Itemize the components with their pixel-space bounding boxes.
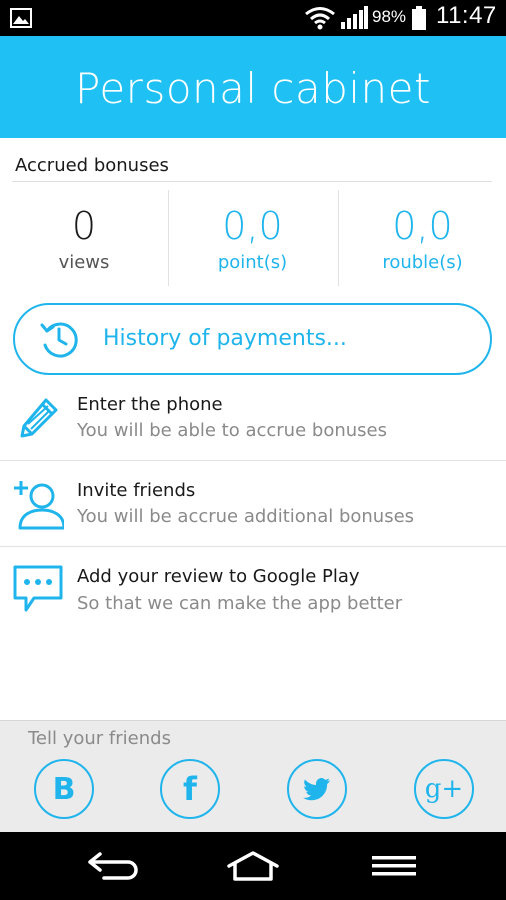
twitter-share-button[interactable] [287,759,347,819]
list-divider [0,460,506,461]
share-panel: Tell your friends B f g+ [0,720,506,832]
status-bar: 98% 11:47 [0,0,506,36]
bonus-views: 0 views [0,190,168,286]
history-clock-icon [40,322,78,358]
menu-icon[interactable] [366,850,422,882]
bonus-roubles-value: 0,0 [392,204,453,248]
battery-icon [412,6,426,30]
google-plus-icon: g+ [424,774,464,804]
list-item-subtitle: You will be accrue additional bonuses [77,506,415,527]
history-of-payments-button[interactable]: History of payments... [13,303,492,375]
bonus-roubles-label: rouble(s) [382,252,463,273]
bonuses-title: Accrued bonuses [15,155,169,176]
add-person-icon [14,481,64,530]
bonus-points-label: point(s) [217,252,288,273]
bonus-points: 0,0 point(s) [168,190,336,286]
bonus-views-label: views [58,252,110,273]
pencil-icon [20,398,58,438]
app-header: Personal cabinet [0,36,506,138]
signal-icon [341,6,368,29]
list-item-subtitle: So that we can make the app better [77,593,403,614]
list-item-google-play-review[interactable]: Add your review to Google Play So that w… [0,548,506,634]
google-plus-share-button[interactable]: g+ [414,759,474,819]
facebook-icon: f [183,770,197,808]
gallery-notification-icon [10,8,32,28]
wifi-icon [305,7,335,30]
system-nav-bar [0,832,506,900]
clock: 11:47 [436,2,497,29]
list-item-title: Enter the phone [77,394,223,415]
list-item-enter-phone[interactable]: Enter the phone You will be able to accr… [0,382,506,468]
home-icon[interactable] [225,850,281,882]
list-item-subtitle: You will be able to accrue bonuses [77,420,387,441]
list-item-title: Invite friends [77,480,196,501]
facebook-share-button[interactable]: f [160,759,220,819]
list-divider [0,546,506,547]
back-icon[interactable] [84,850,140,882]
vk-icon: B [52,771,76,807]
twitter-icon [303,778,330,801]
battery-percent: 98% [372,7,407,26]
bonus-points-value: 0,0 [222,204,283,248]
share-title: Tell your friends [28,728,171,749]
chat-bubble-icon [13,565,63,612]
vk-share-button[interactable]: B [34,759,94,819]
page-title: Personal cabinet [75,64,431,113]
history-of-payments-label: History of payments... [103,326,347,351]
bonuses-divider [12,181,492,182]
bonus-roubles: 0,0 rouble(s) [338,190,506,286]
bonus-views-value: 0 [71,204,97,248]
list-item-invite-friends[interactable]: Invite friends You will be accrue additi… [0,462,506,548]
list-item-title: Add your review to Google Play [77,566,360,587]
